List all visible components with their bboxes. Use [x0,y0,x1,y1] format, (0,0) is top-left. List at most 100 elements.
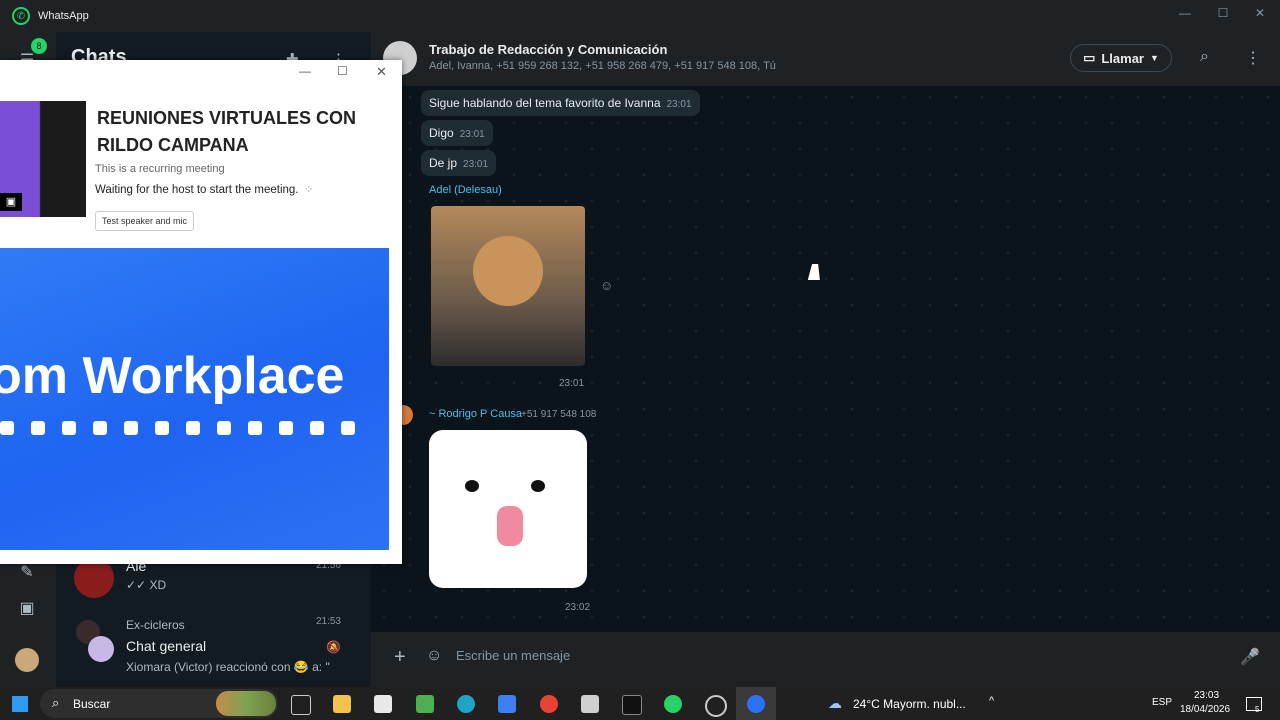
maximize-icon[interactable]: ☐ [337,64,348,78]
video-icon: ▭ [1083,50,1096,65]
close-icon[interactable]: ✕ [376,64,387,80]
terminal-icon[interactable] [622,695,642,715]
obs-icon[interactable] [705,695,727,717]
chrome-icon[interactable] [540,695,558,713]
notification-icon[interactable] [1246,697,1262,711]
chat-name: Chat general [126,638,207,654]
weather-icon: ☁ [828,695,842,711]
test-speaker-button[interactable]: Test speaker and mic [95,211,195,231]
composer: + ☺ Escribe un mensaje 🎤 [371,632,1280,687]
unread-badge: 8 [31,38,47,54]
windows-start-icon[interactable] [12,696,28,712]
chevron-down-icon: ▼ [1150,53,1159,63]
call-label: Llamar [1101,50,1144,66]
chat-preview: Xiomara (Victor) reaccionó con 😂 a: " [126,660,330,674]
muted-icon: 🔕 [326,640,341,654]
search-label: Buscar [73,697,111,711]
media-icon[interactable]: ▣ [16,598,38,620]
community-name: Ex-cicleros [126,618,185,632]
conversation-panel: Trabajo de Redacción y Comunicación Adel… [371,32,1280,687]
edge-icon[interactable] [457,695,475,713]
whatsapp-taskbar-icon[interactable] [664,695,682,713]
conversation-title[interactable]: Trabajo de Redacción y Comunicación [429,42,667,57]
cat-tongue [497,506,523,546]
chevron-up-icon[interactable]: ^ [989,695,994,707]
zoom-icon [747,695,765,713]
starred-icon[interactable]: ✎ [16,562,38,584]
product-icon [217,421,231,435]
whatsapp-logo-icon: ✆ [12,7,30,25]
cat-eye [531,480,545,492]
search-icon: ⌕ [52,695,60,710]
file-explorer-icon[interactable] [333,695,351,713]
task-view-icon[interactable] [291,695,311,715]
maximize-icon[interactable]: ☐ [1212,6,1234,20]
message-time: 23:01 [666,99,692,110]
sticker-icon[interactable]: ☺ [426,647,442,665]
message-bubble[interactable]: Sigue hablando del tema favorito de Ivan… [421,90,700,116]
clock-time[interactable]: 23:03 [1194,690,1219,701]
react-emoji-icon[interactable]: ☺ [600,278,613,293]
minimize-icon[interactable]: — [1174,6,1196,20]
product-icon [31,421,45,435]
product-icon [124,421,138,435]
message-text: De jp [429,156,458,170]
message-bubble[interactable]: De jp 23:01 [421,150,497,176]
message-sender[interactable]: ~ Rodrigo P Causa [429,408,522,420]
message-time: 23:01 [459,129,485,140]
product-icon [279,421,293,435]
spinner-icon: ⁘ [303,184,314,196]
dog-face [473,236,543,306]
conversation-members: Adel, Ivanna, +51 959 268 132, +51 958 2… [429,60,776,72]
store-icon[interactable] [374,695,392,713]
chat-preview: ✓✓ XD [126,578,167,592]
app-icon[interactable] [498,695,516,713]
minecraft-icon[interactable] [416,695,434,713]
minimize-icon[interactable]: — [299,64,311,78]
attach-plus-icon[interactable]: + [394,646,406,669]
product-icon [186,421,200,435]
profile-avatar[interactable] [15,648,39,672]
message-time: 23:01 [463,159,489,170]
message-input[interactable]: Escribe un mensaje [456,648,570,663]
close-icon[interactable]: ✕ [1249,6,1271,20]
chat-row-chat-general[interactable]: Ex-cicleros Chat general 21:53 🔕 Xiomara… [56,612,371,682]
zoom-workplace-banner: om Workplace [0,248,389,550]
microphone-icon[interactable]: 🎤 [1240,647,1260,667]
product-icon [62,421,76,435]
sender-phone: +51 917 548 108 [521,409,597,420]
conversation-header[interactable]: Trabajo de Redacción y Comunicación Adel… [371,32,1280,86]
product-icon [0,421,14,435]
product-icon [155,421,169,435]
message-time: 23:01 [559,378,585,389]
menu-icon[interactable]: ⋮ [1245,48,1261,68]
message-sender[interactable]: Adel (Delesau) [429,184,502,196]
meeting-title: REUNIONES VIRTUALES CON RILDO CAMPANA [97,108,357,155]
search-icon[interactable]: ⌕ [1200,48,1209,66]
call-button[interactable]: ▭ Llamar ▼ [1070,44,1172,72]
recurring-label: This is a recurring meeting [95,163,225,175]
product-icon [248,421,262,435]
message-time: 23:02 [565,602,591,613]
language-indicator[interactable]: ESP [1152,697,1172,708]
product-icon-row [0,421,355,435]
window-titlebar: ✆ WhatsApp — ☐ ✕ [0,0,1280,32]
message-bubble[interactable]: Digo 23:01 [421,120,493,146]
dog-sticker[interactable] [431,206,585,366]
cat-eye [465,480,479,492]
clock-date[interactable]: 18/04/2026 [1180,704,1230,715]
waiting-message: Waiting for the host to start the meetin… [95,182,313,196]
message-text: Sigue hablando del tema favorito de Ivan… [429,96,661,110]
notepad-icon[interactable] [581,695,599,713]
weather-text[interactable]: 24°C Mayorm. nubl... [853,697,966,711]
search-highlight-image [216,691,276,716]
zoom-taskbar-button[interactable] [736,687,776,720]
avatar [74,558,114,598]
camera-switch-icon[interactable]: ▣ [0,193,22,211]
banner-text: om Workplace [0,347,345,405]
taskbar-search[interactable]: ⌕ Buscar [40,689,278,718]
waiting-text: Waiting for the host to start the meetin… [95,184,299,196]
product-icon [341,421,355,435]
cat-sticker[interactable] [429,430,587,588]
message-text: Digo [429,126,454,140]
